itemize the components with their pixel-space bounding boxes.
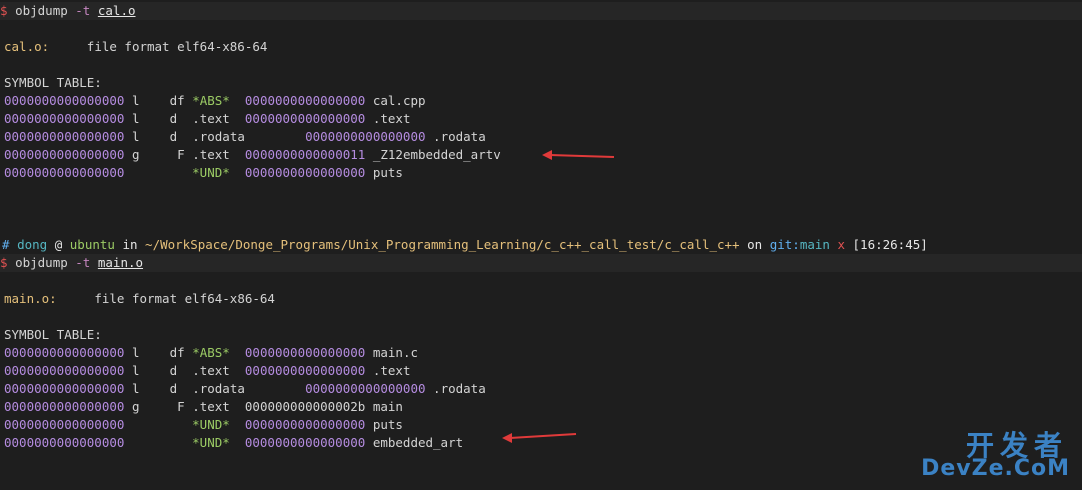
prompt-symbol: $ — [0, 3, 8, 18]
command-line-2: $ objdump -t main.o — [0, 255, 144, 270]
symbol-row: 0000000000000000 g F .text 0000000000000… — [4, 399, 403, 414]
symbol-row: 0000000000000000 l d .text 0000000000000… — [4, 363, 411, 378]
file-format: file format elf64-x86-64 — [86, 39, 268, 54]
symbol-row: 0000000000000000 l df *ABS* 000000000000… — [4, 93, 426, 108]
watermark-en: DevZe.CoM — [921, 456, 1070, 481]
command-line-1: $ objdump -t cal.o — [0, 2, 136, 20]
command-line-band — [0, 254, 1082, 272]
cwd-path: ~/WorkSpace/Donge_Programs/Unix_Programm… — [145, 237, 740, 252]
command-file-arg[interactable]: main.o — [98, 255, 143, 270]
command-line-band — [0, 2, 1082, 20]
terminal-window[interactable]: $ objdump -t cal.o cal.o: file format el… — [0, 0, 1082, 490]
command-flag: -t — [75, 3, 91, 18]
red-arrow-icon — [502, 433, 577, 443]
file-format-line: cal.o: file format elf64-x86-64 — [4, 38, 267, 56]
devze-watermark-logo: 开发者 DevZe.CoM — [921, 424, 1076, 484]
symbol-row: 0000000000000000 l d .rodata 00000000000… — [4, 129, 486, 144]
symbol-row: 0000000000000000 l df *ABS* 000000000000… — [4, 345, 418, 360]
symbol-row: 0000000000000000 *UND* 0000000000000000 … — [4, 435, 464, 450]
file-format-line: main.o: file format elf64-x86-64 — [4, 291, 275, 306]
command-file-arg[interactable]: cal.o — [98, 3, 136, 18]
command-name: objdump — [15, 3, 68, 18]
shell-prompt-info: # dong @ ubuntu in ~/WorkSpace/Donge_Pro… — [2, 237, 928, 252]
symbol-row: 0000000000000000 *UND* 0000000000000000 … — [4, 165, 403, 180]
symbol-row: 0000000000000000 l d .rodata 00000000000… — [4, 381, 486, 396]
file-name: cal.o: — [4, 39, 50, 54]
symbol-row: 0000000000000000 g F .text 0000000000000… — [4, 147, 501, 162]
symbol-table-label: SYMBOL TABLE: — [4, 75, 102, 90]
symbol-row: 0000000000000000 *UND* 0000000000000000 … — [4, 417, 403, 432]
red-arrow-icon — [542, 150, 615, 160]
symbol-table-label: SYMBOL TABLE: — [4, 327, 102, 342]
symbol-row: 0000000000000000 l d .text 0000000000000… — [4, 111, 411, 126]
timestamp: [16:26:45] — [852, 237, 928, 252]
